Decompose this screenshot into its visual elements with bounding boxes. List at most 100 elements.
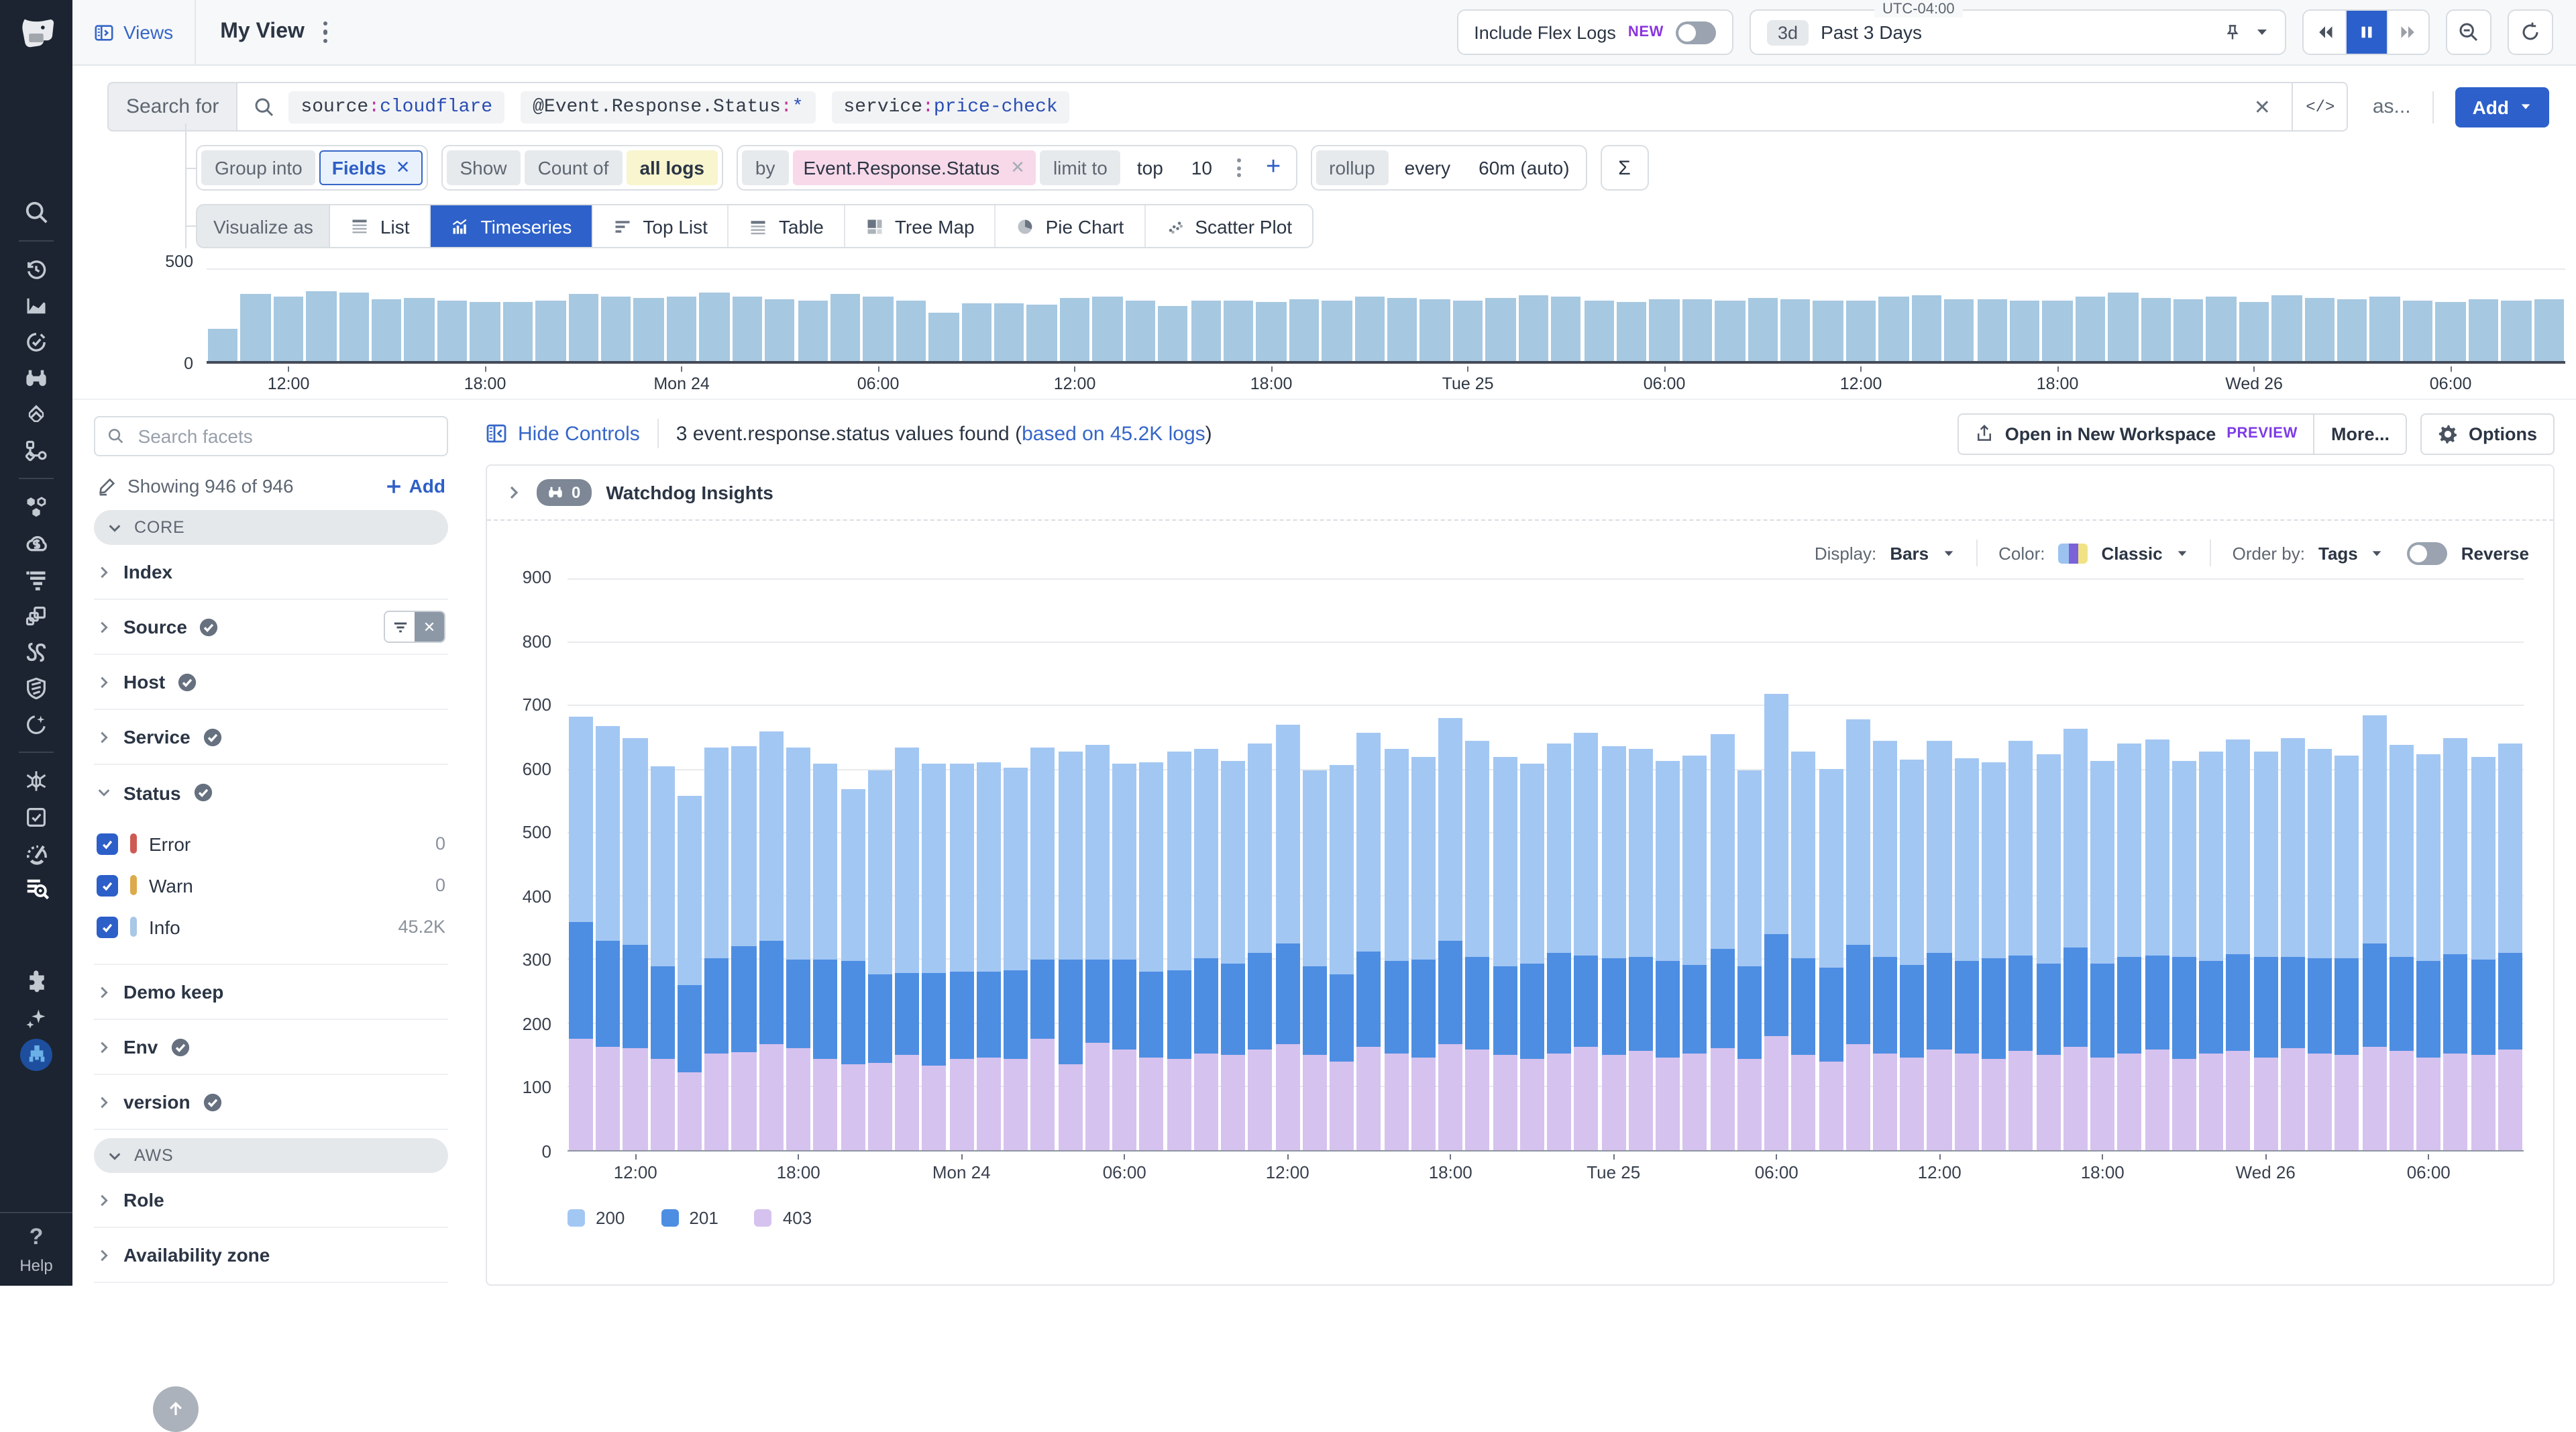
chevron-down-icon[interactable] [1942, 547, 1954, 559]
chart-bar[interactable] [535, 270, 566, 361]
chart-bar[interactable] [1194, 580, 1218, 1150]
chart-bar[interactable] [863, 270, 894, 361]
chart-plot[interactable] [568, 580, 2524, 1152]
tab-tree-map[interactable]: Tree Map [844, 205, 995, 247]
chart-bar[interactable] [2172, 580, 2196, 1150]
chart-bar[interactable] [241, 270, 271, 361]
chart-bar[interactable] [1792, 580, 1816, 1150]
watchdog-insights-row[interactable]: 0 Watchdog Insights [487, 466, 2553, 521]
search-input[interactable]: source:cloudflare@Event.Response.Status:… [236, 82, 2293, 132]
history-icon[interactable] [13, 251, 59, 287]
chart-bar[interactable] [2141, 270, 2171, 361]
edit-facets-icon[interactable] [97, 476, 117, 496]
chart-bar[interactable] [1656, 580, 1680, 1150]
chart-bar[interactable] [1927, 580, 1951, 1150]
checkbox-checked[interactable] [97, 874, 118, 896]
tab-list[interactable]: List [331, 205, 430, 247]
chart-bar[interactable] [1617, 270, 1647, 361]
facet-index[interactable]: Index [94, 545, 448, 600]
chart-bar[interactable] [1764, 580, 1788, 1150]
security-icon[interactable] [13, 670, 59, 706]
chart-bar[interactable] [1584, 270, 1614, 361]
chart-bar[interactable] [1004, 580, 1028, 1150]
add-facet-button[interactable]: Add [385, 475, 445, 497]
chart-bar[interactable] [1224, 270, 1254, 361]
limit-value[interactable]: 10 [1179, 150, 1224, 185]
chart-bar[interactable] [2436, 270, 2466, 361]
chart-bar[interactable] [2075, 270, 2105, 361]
chart-bar[interactable] [1780, 270, 1811, 361]
chart-bar[interactable] [1518, 270, 1548, 361]
chart-bar[interactable] [922, 580, 947, 1150]
chart-bar[interactable] [1411, 580, 1436, 1150]
chart-bar[interactable] [1384, 580, 1408, 1150]
chart-bar[interactable] [2174, 270, 2204, 361]
watchdog-icon[interactable] [13, 360, 59, 396]
chart-bar[interactable] [1547, 580, 1571, 1150]
chart-bar[interactable] [1167, 580, 1191, 1150]
chart-bar[interactable] [830, 270, 861, 361]
chart-bar[interactable] [2036, 580, 2060, 1150]
view-menu-kebab-icon[interactable] [323, 21, 328, 44]
chart-bar[interactable] [650, 580, 674, 1150]
filter-icon[interactable] [385, 612, 415, 642]
chart-bar[interactable] [786, 580, 810, 1150]
remove-icon[interactable]: ✕ [396, 157, 411, 178]
checkbox-checked[interactable] [97, 833, 118, 854]
chart-bar[interactable] [705, 580, 729, 1150]
facet-demo-keep[interactable]: Demo keep [94, 965, 448, 1020]
chart-bar[interactable] [798, 270, 828, 361]
sparkles-icon[interactable] [13, 1000, 59, 1036]
chart-bar[interactable] [2471, 580, 2495, 1150]
facet-host[interactable]: Host [94, 655, 448, 710]
facet-env[interactable]: Env [94, 1020, 448, 1075]
chart-bar[interactable] [2206, 270, 2237, 361]
chart-bar[interactable] [1289, 270, 1319, 361]
forward-icon[interactable] [2387, 11, 2428, 54]
chart-bar[interactable] [306, 270, 336, 361]
chart-bar[interactable] [949, 580, 973, 1150]
chart-bar[interactable] [1438, 580, 1462, 1150]
log-explorer-icon[interactable] [13, 871, 59, 907]
chart-bar[interactable] [2501, 270, 2531, 361]
tab-pie-chart[interactable]: Pie Chart [995, 205, 1144, 247]
chart-bar[interactable] [1420, 270, 1450, 361]
chart-bar[interactable] [2239, 270, 2269, 361]
chart-bar[interactable] [1027, 270, 1057, 361]
facet-source[interactable]: Source ✕ [94, 600, 448, 655]
sigma-button[interactable]: Σ [1601, 145, 1649, 191]
facet-section-core[interactable]: CORE [94, 510, 448, 545]
chart-bar[interactable] [1256, 270, 1287, 361]
chart-bar[interactable] [1486, 270, 1516, 361]
datadog-logo[interactable] [0, 0, 72, 66]
clear-search-icon[interactable]: ✕ [2249, 95, 2276, 119]
open-in-new-workspace-button[interactable]: Open in New Workspace PREVIEW [1958, 413, 2315, 454]
query-chip[interactable]: @Event.Response.Status:* [521, 91, 815, 123]
chevron-down-icon[interactable] [2371, 547, 2383, 559]
chart-bar[interactable] [2272, 270, 2302, 361]
more-button[interactable]: More... [2315, 413, 2407, 454]
display-select[interactable]: Bars [1890, 543, 1929, 563]
facet-status[interactable]: Status [94, 765, 448, 820]
chart-bar[interactable] [765, 270, 795, 361]
chart-bar[interactable] [2043, 270, 2073, 361]
chart-bar[interactable] [2063, 580, 2087, 1150]
chart-bar[interactable] [1093, 270, 1123, 361]
backward-icon[interactable] [2304, 11, 2345, 54]
chart-bar[interactable] [1944, 270, 1974, 361]
integrations-icon[interactable] [13, 964, 59, 1000]
chart-bar[interactable] [1879, 270, 1909, 361]
facet-search-input[interactable] [136, 424, 435, 448]
tab-timeseries[interactable]: Timeseries [430, 205, 592, 247]
order-by-select[interactable]: Tags [2318, 543, 2358, 563]
help-icon[interactable]: ? [30, 1224, 44, 1251]
chart-bar[interactable] [634, 270, 664, 361]
chart-bar[interactable] [1682, 580, 1707, 1150]
legend-item[interactable]: 403 [755, 1208, 812, 1228]
chart-bar[interactable] [2362, 580, 2386, 1150]
chart-bar[interactable] [568, 270, 598, 361]
chart-bar[interactable] [977, 580, 1001, 1150]
based-on-logs-link[interactable]: based on 45.2K logs [1022, 422, 1205, 445]
facet-service[interactable]: Service [94, 710, 448, 765]
status-value-warn[interactable]: Warn 0 [94, 864, 448, 906]
